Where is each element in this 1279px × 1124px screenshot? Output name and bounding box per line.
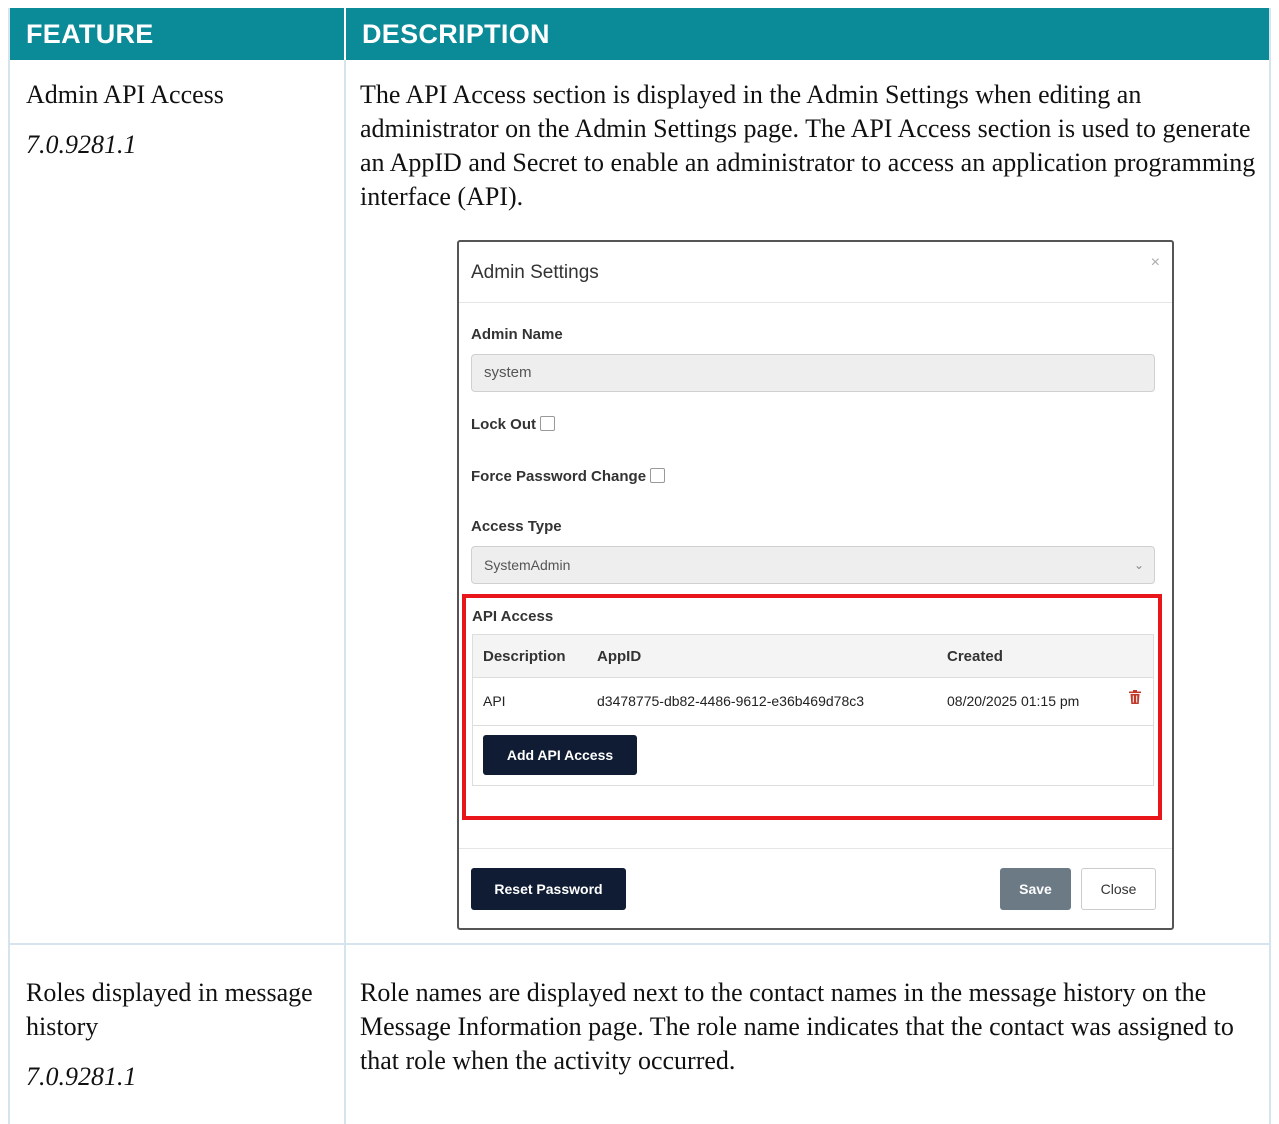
table-header: FEATURE DESCRIPTION	[10, 8, 1269, 60]
force-password-row: Force Password Change	[471, 468, 666, 485]
dialog-divider	[459, 302, 1172, 303]
feature-version: 7.0.9281.1	[26, 130, 137, 159]
feature-table: FEATURE DESCRIPTION Admin API Access 7.0…	[8, 8, 1271, 1124]
chevron-down-icon: ⌄	[1133, 558, 1144, 572]
api-access-table: Description AppID Created API d3478775-d…	[472, 634, 1154, 786]
column-appid: AppID	[597, 648, 642, 665]
lock-out-label: Lock Out	[471, 416, 537, 433]
save-button[interactable]: Save	[1000, 868, 1071, 910]
reset-password-button[interactable]: Reset Password	[471, 868, 626, 910]
lock-out-checkbox[interactable]	[540, 416, 556, 431]
feature-description: Role names are displayed next to the con…	[360, 978, 1234, 1075]
api-access-highlight: API Access Description AppID Created API…	[462, 594, 1162, 820]
force-password-label: Force Password Change	[471, 468, 647, 485]
footer-divider	[459, 848, 1172, 849]
access-type-value: SystemAdmin	[484, 557, 571, 573]
dialog-title: Admin Settings	[471, 262, 599, 283]
admin-settings-dialog: Admin Settings × Admin Name system Lock …	[457, 240, 1174, 930]
add-api-access-button[interactable]: Add API Access	[483, 735, 637, 775]
api-access-title: API Access	[472, 608, 554, 625]
feature-description: The API Access section is displayed in t…	[360, 80, 1256, 211]
feature-version: 7.0.9281.1	[26, 1062, 137, 1091]
access-type-select[interactable]: SystemAdmin ⌄	[471, 546, 1155, 584]
lock-out-row: Lock Out	[471, 416, 556, 433]
api-row-created: 08/20/2025 01:15 pm	[947, 693, 1080, 709]
header-description: DESCRIPTION	[362, 19, 550, 49]
column-description: Description	[483, 648, 566, 665]
trash-icon[interactable]	[1129, 690, 1141, 704]
column-created: Created	[947, 648, 1003, 665]
header-feature: FEATURE	[26, 19, 154, 49]
api-table-header: Description AppID Created	[473, 635, 1153, 678]
close-icon[interactable]: ×	[1151, 254, 1160, 272]
admin-name-field[interactable]: system	[471, 354, 1155, 392]
access-type-label: Access Type	[471, 518, 562, 535]
column-divider	[344, 60, 346, 1124]
header-divider	[344, 8, 346, 60]
feature-name: Roles displayed in message history	[26, 978, 313, 1041]
row-divider	[10, 943, 1269, 945]
close-button[interactable]: Close	[1081, 868, 1156, 910]
api-row-divider	[473, 725, 1153, 726]
api-row-appid: d3478775-db82-4486-9612-e36b469d78c3	[597, 693, 865, 709]
admin-name-label: Admin Name	[471, 326, 563, 343]
feature-name: Admin API Access	[26, 80, 224, 109]
force-password-checkbox[interactable]	[650, 468, 666, 483]
api-row-description: API	[483, 693, 506, 709]
